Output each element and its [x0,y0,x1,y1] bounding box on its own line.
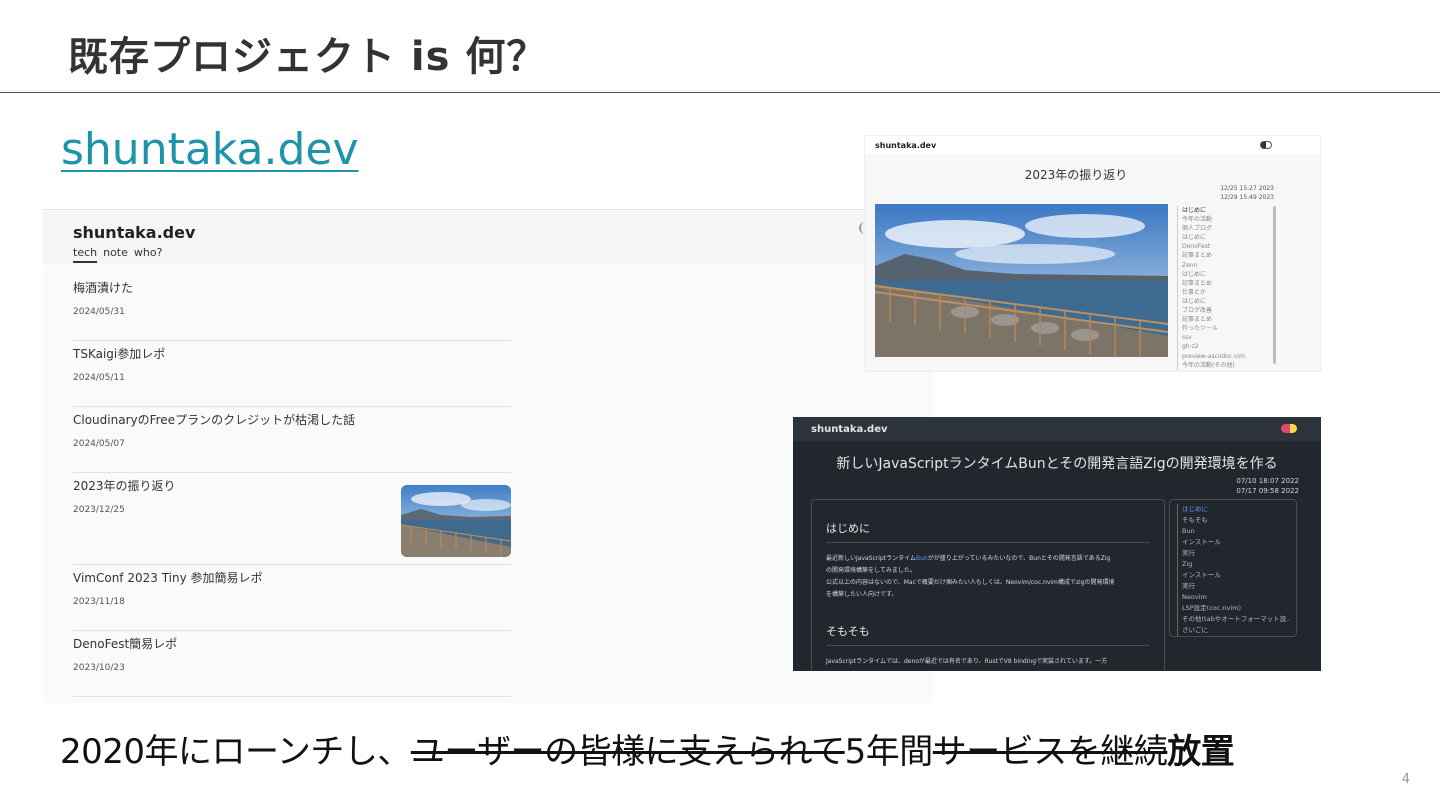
blog-nav: tech note who? [73,246,162,263]
post-title[interactable]: TSKaigi参加レポ [73,345,165,362]
toc-item[interactable]: 仕事とか [1176,287,1276,298]
toc-item[interactable]: ssv [1176,333,1276,343]
paragraph-text: の開発環境構築をしてみました。 [826,567,916,574]
toc-item[interactable]: LSP設定(coc.nvim) [1176,603,1290,614]
post-item[interactable]: TSKaigi参加レポ 2024/05/11 [73,341,511,407]
toc-item[interactable]: Zenn [1176,260,1276,270]
toc-item[interactable]: はじめに [1176,504,1290,515]
toc-item[interactable]: 実行 [1176,581,1290,592]
toc-item[interactable]: 今年の活動(その他) [1176,360,1276,370]
post-title[interactable]: CloudinaryのFreeプランのクレジットが枯渇した話 [73,411,355,428]
toc-item[interactable]: Zig [1176,559,1290,570]
toc-scrollbar[interactable] [1273,206,1276,364]
caption-bold-text: 放置 [1167,732,1235,772]
post-date: 2023/11/18 [73,597,125,607]
post-title[interactable]: DenoFest簡易レポ [73,635,177,652]
light-article-screenshot: shuntaka.dev 2023年の振り返り 12/25 15:27 2023… [864,135,1321,372]
title-divider [0,92,1440,93]
paragraph-text: がが盛り上がっているみたいなので、Bunとその開発言語であるZig [927,555,1111,562]
toc-item[interactable]: 記事まとめ [1176,315,1276,325]
caption-struck-text: サービスを継続 [932,732,1168,772]
toc-item[interactable]: Bun [1176,526,1290,537]
site-link[interactable]: shuntaka.dev [61,124,359,175]
post-date: 2024/05/31 [73,307,125,317]
toc-item[interactable]: さいごに [1176,625,1290,636]
paragraph-text: 最近新しいJavaScriptランタイム [826,555,916,562]
nav-tab-tech[interactable]: tech [73,246,98,263]
light-brand[interactable]: shuntaka.dev [875,141,936,150]
toc-item[interactable]: はじめに [1176,206,1276,216]
toc-item[interactable]: その他(tabやオートフォーマット設... [1176,614,1290,625]
blog-header: shuntaka.dev tech note who? [43,210,933,265]
section-heading: そもそも [826,623,1150,646]
paragraph-text: を構築したい人向けです。 [826,591,898,598]
dark-topbar: shuntaka.dev [793,417,1321,441]
dark-article-dates: 07/10 18:07 2022 07/17 09:58 2022 [1236,476,1299,496]
toc-item[interactable]: 記事まとめ [1176,251,1276,261]
toc-item[interactable]: 実行 [1176,548,1290,559]
updated-date: 07/17 09:58 2022 [1236,487,1299,495]
toc-item[interactable]: 記事まとめ [1176,278,1276,288]
post-item[interactable]: DenoFest簡易レポ 2023/10/23 [73,631,511,697]
dark-brand[interactable]: shuntaka.dev [811,424,888,435]
post-title[interactable]: 2023年の振り返り [73,477,176,494]
post-date: 2024/05/07 [73,439,125,449]
post-item-partial[interactable] [73,697,511,703]
dark-toc: はじめに そもそも Bun インストール 実行 Zig インストール 実行 Ne… [1169,499,1297,637]
toc-item[interactable]: そもそも [1176,515,1290,526]
toc-item[interactable]: 今年の活動 [1176,215,1276,225]
article-paragraph: 最近新しいJavaScriptランタイムBunがが盛り上がっているみたいなので、… [826,553,1150,601]
nav-tab-who[interactable]: who? [134,246,163,263]
post-title[interactable]: VimConf 2023 Tiny 参加簡易レポ [73,569,263,586]
caption-struck-text: ユーザーの皆様に支えられて [410,732,845,772]
post-list: 梅酒漬けた 2024/05/31 TSKaigi参加レポ 2024/05/11 … [73,275,511,703]
post-title[interactable]: 梅酒漬けた [73,279,133,296]
toc-item[interactable]: 作ったツール [1176,324,1276,334]
post-date: 2023/12/25 [73,505,125,515]
post-thumbnail-image[interactable] [401,485,511,557]
section-heading: はじめに [826,520,1150,543]
dark-article-screenshot: shuntaka.dev 新しいJavaScriptランタイムBunとその開発言… [793,417,1321,671]
post-date: 2023/10/23 [73,663,125,673]
theme-toggle-icon[interactable] [1281,424,1297,433]
toc-item[interactable]: preview-asciidoc.vim [1176,351,1276,361]
bun-link[interactable]: Bun [916,555,928,562]
post-date: 2024/05/11 [73,373,125,383]
article-paragraph: JavaScriptランタイムでは、denoが最近では有名であり、RustでV8… [826,658,1108,665]
toc-item[interactable]: DenoFest [1176,242,1276,252]
light-topbar: shuntaka.dev [865,136,1320,154]
light-article-title: 2023年の振り返り [1024,168,1128,182]
theme-toggle-icon[interactable] [1260,141,1272,149]
toc-item[interactable]: はじめに [1176,296,1276,307]
light-article-dates: 12/25 15:27 2023 12/29 15:49 2023 [1220,184,1274,202]
dark-article-title: 新しいJavaScriptランタイムBunとその開発言語Zigの開発環境を作る [836,456,1278,472]
paragraph-text: 公式以上の内容はないので、Macで概要だけ掴みたい人もしくは、Neovim/co… [826,579,1115,586]
dark-article-body: はじめに 最近新しいJavaScriptランタイムBunがが盛り上がっているみた… [811,499,1165,671]
created-date: 07/10 18:07 2022 [1236,477,1299,485]
post-item[interactable]: 2023年の振り返り 2023/12/25 [73,473,511,565]
toc-item[interactable]: インストール [1176,537,1290,548]
toc-item[interactable]: はじめに [1176,269,1276,279]
post-item[interactable]: 梅酒漬けた 2024/05/31 [73,275,511,341]
caption-text: 5年間 [844,732,934,772]
page-number: 4 [1401,772,1410,787]
blog-brand[interactable]: shuntaka.dev [73,223,195,242]
post-item[interactable]: CloudinaryのFreeプランのクレジットが枯渇した話 2024/05/0… [73,407,511,473]
created-date: 12/25 15:27 2023 [1220,185,1274,192]
light-toc: はじめに 今年の活動 個人ブログ はじめに DenoFest 記事まとめ Zen… [1176,206,1276,370]
toc-item[interactable]: インストール [1176,570,1290,581]
toc-item[interactable]: はじめに [1176,233,1276,243]
toc-item[interactable]: Neovim [1176,592,1290,603]
article-hero-image [874,204,1169,357]
toc-item[interactable]: 個人ブログ [1176,224,1276,234]
toc-item[interactable]: ブログ改善 [1176,306,1276,316]
post-item[interactable]: VimConf 2023 Tiny 参加簡易レポ 2023/11/18 [73,565,511,631]
caption-text: 2020年にローンチし、 [60,732,411,772]
toc-item[interactable]: gh-z2 [1176,342,1276,352]
slide-caption: 2020年にローンチし、ユーザーの皆様に支えられて5年間サービスを継続放置 [60,724,1235,773]
nav-tab-note[interactable]: note [103,246,128,263]
slide-title: 既存プロジェクト is 何？ [68,34,548,80]
updated-date: 12/29 15:49 2023 [1220,194,1274,201]
